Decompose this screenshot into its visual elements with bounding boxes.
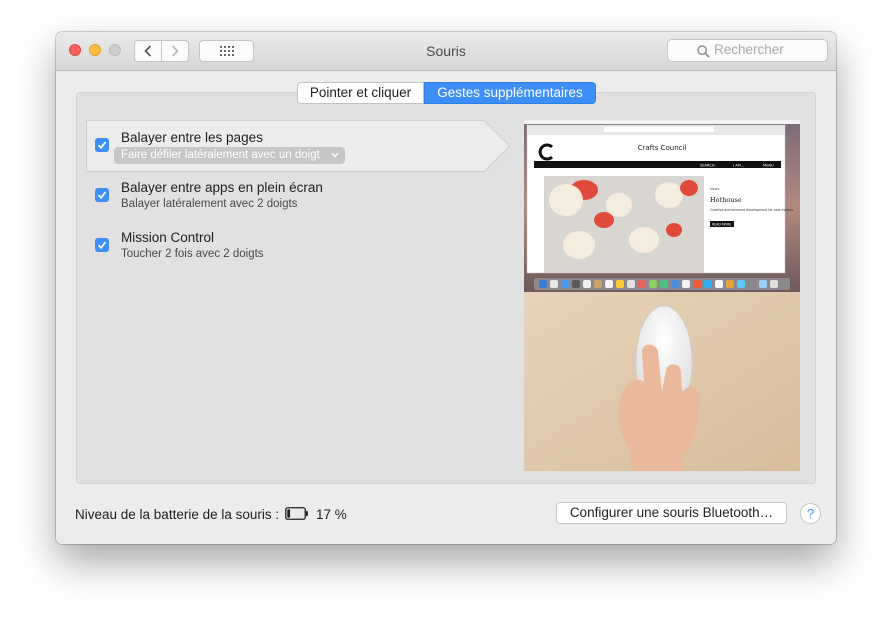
battery-icon (285, 507, 308, 520)
popup-value: Faire défiler latéralement avec un doigt (121, 149, 320, 161)
gesture-subtitle: Balayer latéralement avec 2 doigts (121, 198, 298, 210)
selected-row-highlight (86, 120, 510, 172)
title-bar: Souris (56, 32, 836, 71)
tab-point-and-click[interactable]: Pointer et cliquer (297, 82, 424, 104)
checkbox-swipe-pages[interactable] (95, 138, 109, 152)
gesture-title: Balayer entre les pages (121, 130, 263, 145)
search-input[interactable] (714, 42, 822, 57)
tab-bar: Pointer et cliquer Gestes supplémentaire… (297, 82, 596, 104)
search-field[interactable] (667, 39, 828, 62)
preview-article-tag: News (710, 187, 720, 191)
checkmark-icon (97, 241, 107, 250)
checkmark-icon (97, 191, 107, 200)
preview-article-body: Creative and business development for ne… (710, 208, 793, 212)
preview-article-title: Hothouse (710, 196, 742, 204)
search-icon (697, 45, 710, 58)
preferences-window: Souris Balayer entre les pages Faire déf… (56, 32, 836, 544)
battery-label: Niveau de la batterie de la souris : (75, 507, 280, 522)
menu-bar (524, 120, 800, 124)
gestures-panel: Balayer entre les pages Faire défiler la… (76, 92, 816, 484)
gesture-title: Balayer entre apps en plein écran (121, 180, 323, 195)
gesture-preview-video: Crafts Council SEARCH I AM... MENU News … (524, 120, 800, 471)
preview-nav-account: I AM... (733, 164, 744, 168)
gesture-title: Mission Control (121, 230, 215, 245)
tab-more-gestures[interactable]: Gestes supplémentaires (424, 82, 596, 104)
preview-nav-menu: MENU (763, 164, 774, 168)
preview-nav-search: SEARCH (700, 164, 715, 168)
preview-site-title: Crafts Council (638, 144, 687, 152)
setup-bluetooth-mouse-button[interactable]: Configurer une souris Bluetooth… (556, 502, 787, 524)
checkbox-swipe-apps[interactable] (95, 188, 109, 202)
chevron-down-icon (331, 152, 339, 158)
checkmark-icon (97, 141, 107, 150)
gesture-subtitle: Toucher 2 fois avec 2 doigts (121, 248, 264, 260)
swipe-pages-popup[interactable]: Faire défiler latéralement avec un doigt (114, 147, 345, 164)
help-button[interactable]: ? (800, 503, 821, 524)
preview-article-button: READ MORE (712, 223, 731, 227)
checkbox-mission-control[interactable] (95, 238, 109, 252)
browser-address-bar (604, 127, 714, 132)
battery-percent: 17 % (316, 507, 347, 522)
